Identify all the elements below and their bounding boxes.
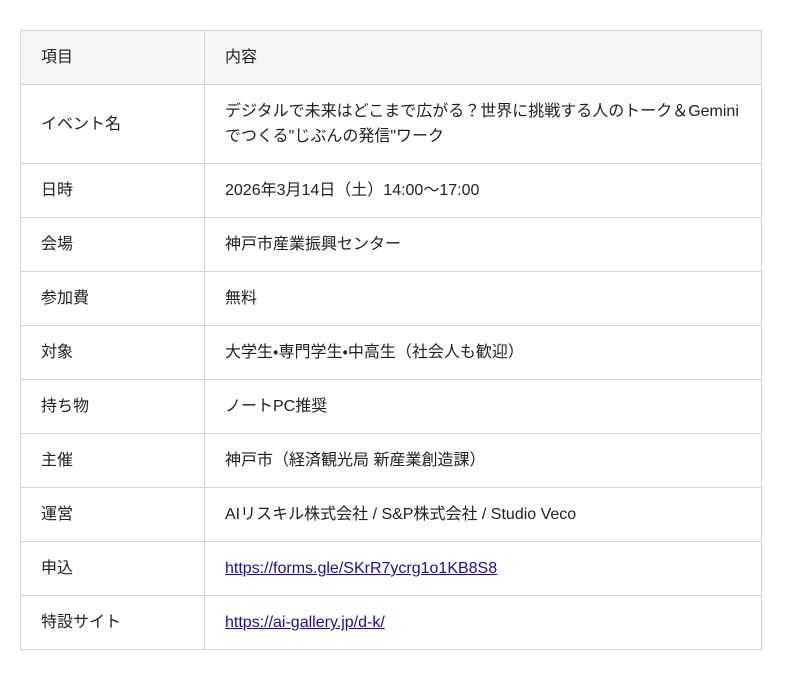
table-row: 参加費 無料 <box>21 272 762 326</box>
header-cell-item: 項目 <box>21 31 205 85</box>
table-row: 持ち物 ノートPC推奨 <box>21 380 762 434</box>
event-info-table: 項目 内容 イベント名 デジタルで未来はどこまで広がる？世界に挑戦する人のトーク… <box>20 30 762 650</box>
item-cell: イベント名 <box>21 85 205 164</box>
table-row: 対象 大学生・専門学生・中高生（社会人も歓迎） <box>21 326 762 380</box>
item-cell: 会場 <box>21 218 205 272</box>
table-row: イベント名 デジタルで未来はどこまで広がる？世界に挑戦する人のトーク＆Gemin… <box>21 85 762 164</box>
content-cell: 無料 <box>205 272 762 326</box>
item-cell: 特設サイト <box>21 596 205 650</box>
content-cell: デジタルで未来はどこまで広がる？世界に挑戦する人のトーク＆Geminiでつくる"… <box>205 85 762 164</box>
table-row: 主催 神戸市（経済観光局 新産業創造課） <box>21 434 762 488</box>
table-row: 特設サイト https://ai-gallery.jp/d-k/ <box>21 596 762 650</box>
content-cell: ノートPC推奨 <box>205 380 762 434</box>
table-row: 運営 AIリスキル株式会社 / S&P株式会社 / Studio Veco <box>21 488 762 542</box>
special-site-link[interactable]: https://ai-gallery.jp/d-k/ <box>225 614 385 631</box>
item-cell: 運営 <box>21 488 205 542</box>
item-cell: 対象 <box>21 326 205 380</box>
application-form-link[interactable]: https://forms.gle/SKrR7ycrg1o1KB8S8 <box>225 560 497 577</box>
content-cell: https://forms.gle/SKrR7ycrg1o1KB8S8 <box>205 542 762 596</box>
table-row: 申込 https://forms.gle/SKrR7ycrg1o1KB8S8 <box>21 542 762 596</box>
table-row: 日時 2026年3月14日（土）14:00〜17:00 <box>21 164 762 218</box>
item-cell: 日時 <box>21 164 205 218</box>
content-cell: 大学生・専門学生・中高生（社会人も歓迎） <box>205 326 762 380</box>
table-row: 会場 神戸市産業振興センター <box>21 218 762 272</box>
item-cell: 申込 <box>21 542 205 596</box>
header-cell-content: 内容 <box>205 31 762 85</box>
event-info-page: 項目 内容 イベント名 デジタルで未来はどこまで広がる？世界に挑戦する人のトーク… <box>0 0 800 680</box>
item-cell: 持ち物 <box>21 380 205 434</box>
content-cell: https://ai-gallery.jp/d-k/ <box>205 596 762 650</box>
table-header-row: 項目 内容 <box>21 31 762 85</box>
content-cell: AIリスキル株式会社 / S&P株式会社 / Studio Veco <box>205 488 762 542</box>
item-cell: 主催 <box>21 434 205 488</box>
content-cell: 2026年3月14日（土）14:00〜17:00 <box>205 164 762 218</box>
item-cell: 参加費 <box>21 272 205 326</box>
content-cell: 神戸市産業振興センター <box>205 218 762 272</box>
content-cell: 神戸市（経済観光局 新産業創造課） <box>205 434 762 488</box>
